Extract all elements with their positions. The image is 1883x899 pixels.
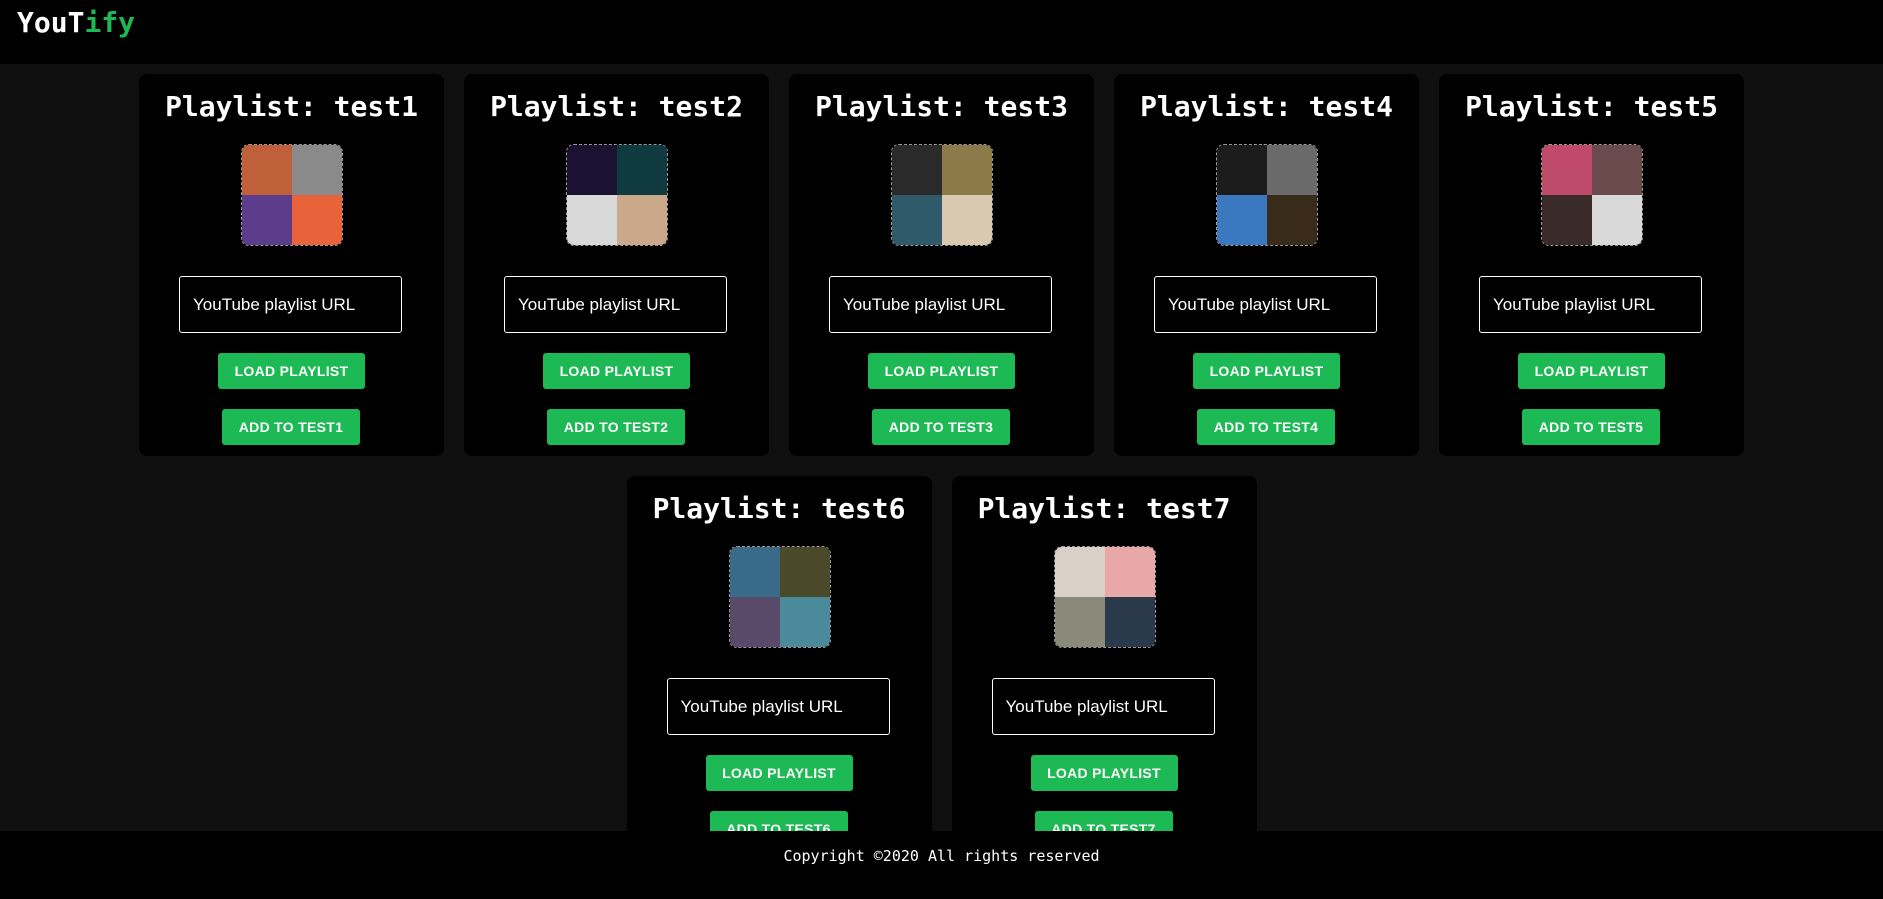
playlist-url-input[interactable] (1479, 276, 1702, 333)
load-playlist-button[interactable]: LOAD PLAYLIST (1030, 755, 1178, 791)
album-cover-image (1267, 145, 1317, 195)
logo-text-you: YouT (17, 6, 85, 39)
add-to-playlist-button[interactable]: ADD TO TEST6 (709, 811, 848, 831)
album-cover-image (779, 547, 830, 597)
playlist-url-input[interactable] (991, 678, 1215, 735)
album-cover-image (1592, 195, 1642, 245)
album-cover-image (1542, 195, 1592, 245)
playlist-url-input[interactable] (1154, 276, 1377, 333)
add-to-playlist-button[interactable]: ADD TO TEST1 (222, 409, 360, 445)
album-cover-image (1592, 145, 1642, 195)
playlist-cover-art (891, 144, 993, 246)
album-cover-image (617, 195, 667, 245)
add-to-playlist-button[interactable]: ADD TO TEST3 (872, 409, 1010, 445)
playlist-title: Playlist: test2 (490, 90, 743, 123)
playlist-card: Playlist: test6 LOAD PLAYLIST ADD TO TES… (626, 476, 932, 831)
add-to-playlist-button[interactable]: ADD TO TEST2 (547, 409, 685, 445)
album-cover-image (779, 597, 830, 647)
album-cover-image (1104, 547, 1155, 597)
album-cover-image (1054, 597, 1105, 647)
album-cover-image (292, 195, 342, 245)
album-cover-image (567, 195, 617, 245)
playlist-card: Playlist: test5 LOAD PLAYLIST ADD TO TES… (1439, 74, 1744, 456)
playlist-card: Playlist: test3 LOAD PLAYLIST ADD TO TES… (789, 74, 1094, 456)
album-cover-image (1217, 145, 1267, 195)
album-cover-image (567, 145, 617, 195)
load-playlist-button[interactable]: LOAD PLAYLIST (868, 353, 1015, 389)
playlist-card: Playlist: test7 LOAD PLAYLIST ADD TO TES… (951, 476, 1257, 831)
playlist-title: Playlist: test5 (1465, 90, 1718, 123)
playlist-grid: Playlist: test1 LOAD PLAYLIST ADD TO TES… (0, 74, 1883, 831)
album-cover-image (1217, 195, 1267, 245)
load-playlist-button[interactable]: LOAD PLAYLIST (543, 353, 690, 389)
load-playlist-button[interactable]: LOAD PLAYLIST (1518, 353, 1665, 389)
footer: Copyright ©2020 All rights reserved (0, 831, 1883, 899)
playlist-cover-art (1216, 144, 1318, 246)
playlist-url-input[interactable] (504, 276, 727, 333)
album-cover-image (617, 145, 667, 195)
playlist-cover-art (1541, 144, 1643, 246)
playlist-title: Playlist: test1 (165, 90, 418, 123)
playlist-cover-art (1053, 546, 1156, 648)
add-to-playlist-button[interactable]: ADD TO TEST4 (1197, 409, 1335, 445)
playlist-cover-art (728, 546, 831, 648)
playlist-cover-art (566, 144, 668, 246)
playlist-url-input[interactable] (666, 678, 890, 735)
album-cover-image (942, 145, 992, 195)
album-cover-image (729, 547, 780, 597)
load-playlist-button[interactable]: LOAD PLAYLIST (705, 755, 853, 791)
add-to-playlist-button[interactable]: ADD TO TEST5 (1522, 409, 1660, 445)
album-cover-image (1054, 547, 1105, 597)
album-cover-image (892, 145, 942, 195)
add-to-playlist-button[interactable]: ADD TO TEST7 (1034, 811, 1173, 831)
load-playlist-button[interactable]: LOAD PLAYLIST (1193, 353, 1340, 389)
album-cover-image (1104, 597, 1155, 647)
playlist-url-input[interactable] (829, 276, 1052, 333)
album-cover-image (942, 195, 992, 245)
album-cover-image (892, 195, 942, 245)
album-cover-image (1542, 145, 1592, 195)
playlist-title: Playlist: test7 (977, 492, 1231, 525)
playlist-card: Playlist: test1 LOAD PLAYLIST ADD TO TES… (139, 74, 444, 456)
playlist-card: Playlist: test4 LOAD PLAYLIST ADD TO TES… (1114, 74, 1419, 456)
playlist-cover-art (241, 144, 343, 246)
album-cover-image (729, 597, 780, 647)
album-cover-image (1267, 195, 1317, 245)
app-logo[interactable]: YouTify (17, 6, 135, 39)
playlist-title: Playlist: test3 (815, 90, 1068, 123)
playlist-url-input[interactable] (179, 276, 402, 333)
album-cover-image (242, 195, 292, 245)
copyright-text: Copyright ©2020 All rights reserved (783, 847, 1100, 865)
playlist-card: Playlist: test2 LOAD PLAYLIST ADD TO TES… (464, 74, 769, 456)
logo-text-ify: ify (84, 6, 136, 39)
album-cover-image (292, 145, 342, 195)
playlist-title: Playlist: test6 (652, 492, 906, 525)
app-header: YouTify (0, 0, 1883, 64)
load-playlist-button[interactable]: LOAD PLAYLIST (218, 353, 365, 389)
playlist-area: Playlist: test1 LOAD PLAYLIST ADD TO TES… (0, 64, 1883, 831)
album-cover-image (242, 145, 292, 195)
playlist-title: Playlist: test4 (1140, 90, 1393, 123)
